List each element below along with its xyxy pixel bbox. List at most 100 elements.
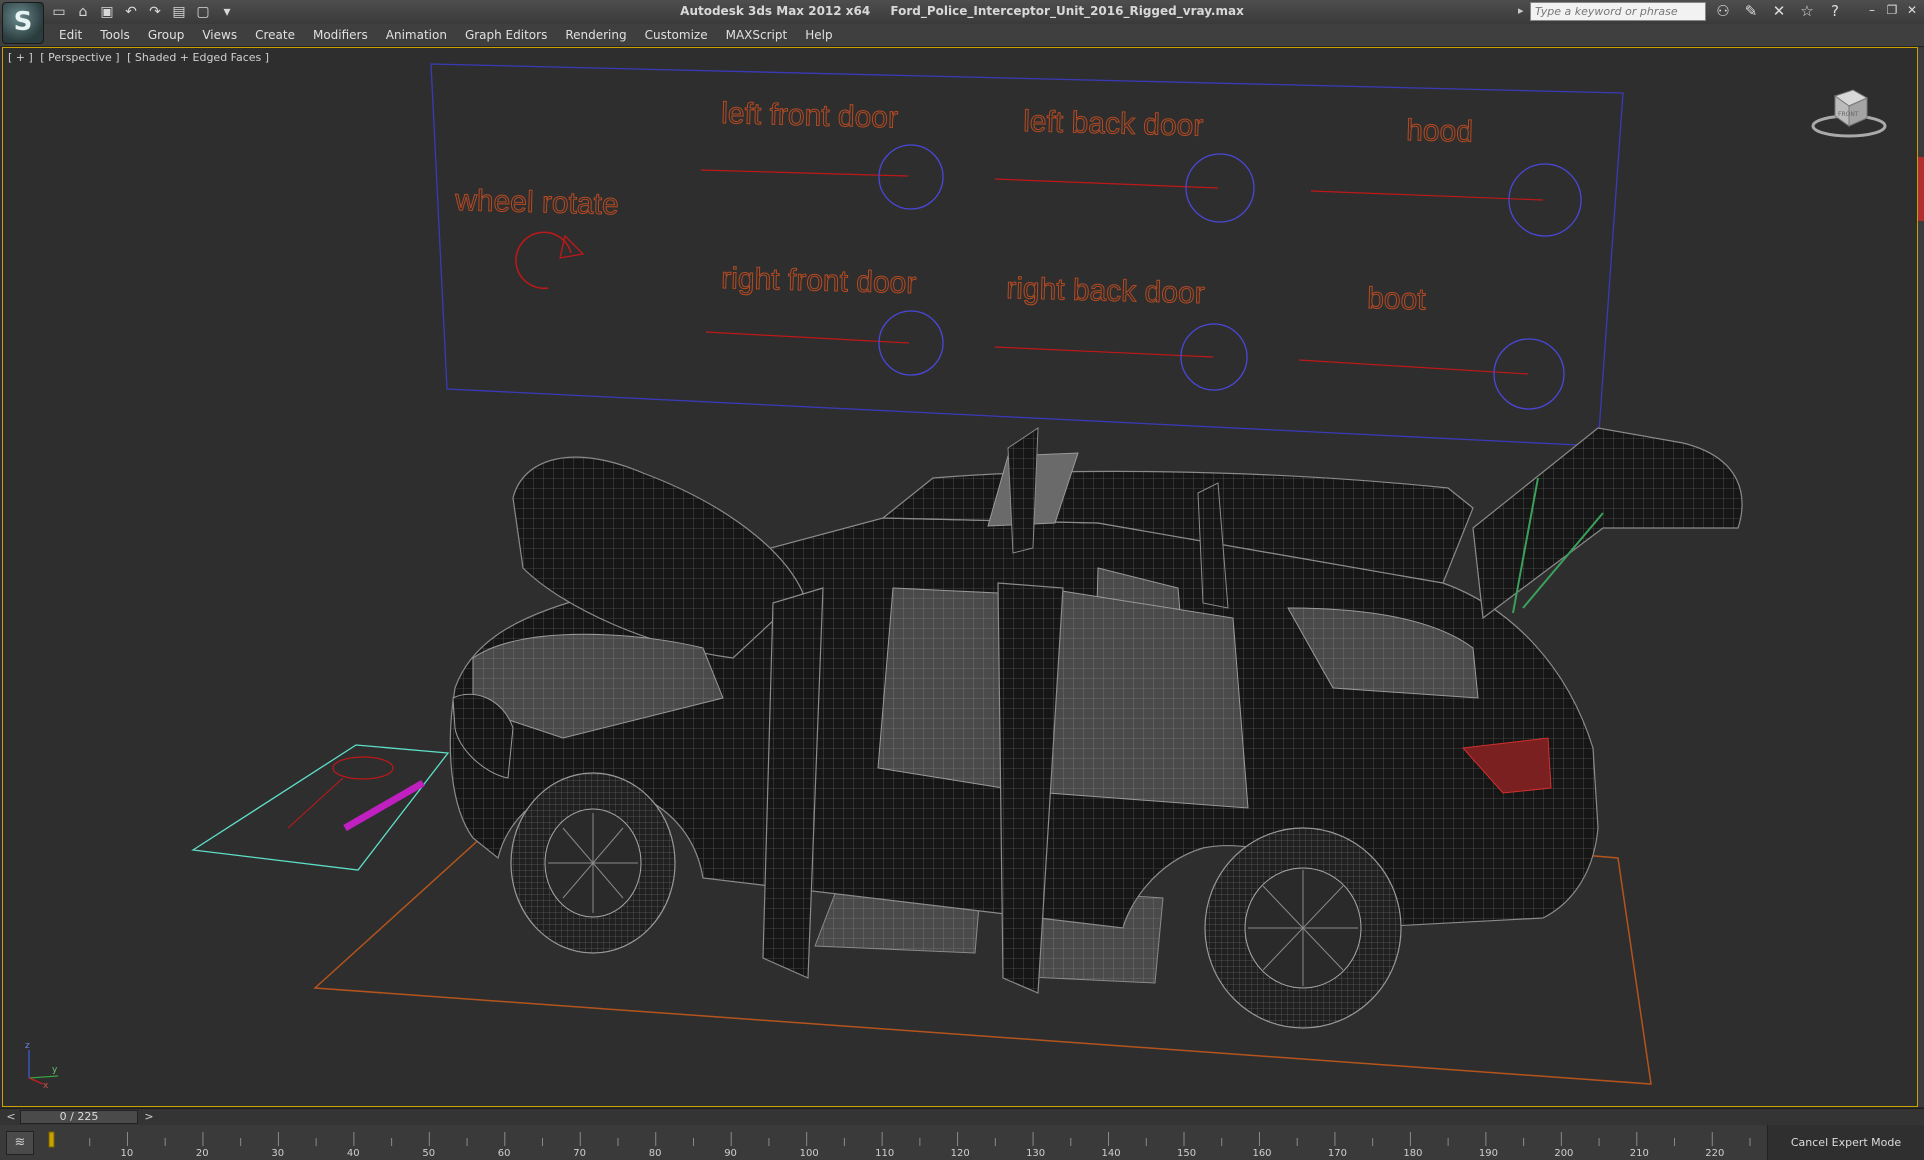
hood-line (1310, 190, 1544, 201)
hood-label: hood (1406, 114, 1474, 149)
app-title: Autodesk 3ds Max 2012 x64 (680, 4, 871, 18)
open-boot[interactable] (1472, 427, 1743, 620)
wrench-icon[interactable]: ✎ (1742, 2, 1760, 20)
timeline-tick-label: 170 (1328, 1148, 1347, 1158)
timeline-tick-label: 110 (875, 1148, 894, 1158)
boot-control[interactable] (1493, 338, 1565, 410)
timeline-tick-label: 80 (649, 1148, 662, 1158)
infocenter-toolbar: ⚇ ✎ ✕ ☆ ? (1714, 2, 1844, 20)
time-cursor[interactable] (48, 1131, 55, 1148)
timeline-tick-label: 150 (1177, 1148, 1196, 1158)
help-icon[interactable]: ? (1826, 2, 1844, 20)
restore-icon[interactable]: ❐ (1886, 3, 1898, 17)
timeline-tick-label: 50 (422, 1148, 435, 1158)
timeline-tick-label: 20 (196, 1148, 209, 1158)
menu-graph-editors[interactable]: Graph Editors (456, 28, 556, 42)
title-bar: S ▭ ⌂ ▣ ↶ ↷ ▤ ▢ ▾ Autodesk 3ds Max 2012 … (0, 0, 1924, 44)
helper-magenta-bar[interactable] (343, 779, 425, 832)
timeline-tick-label: 70 (573, 1148, 586, 1158)
right-panel-indicator (1918, 157, 1924, 221)
menu-views[interactable]: Views (193, 28, 246, 42)
menu-animation[interactable]: Animation (377, 28, 456, 42)
menu-rendering[interactable]: Rendering (556, 28, 635, 42)
left-back-door-control[interactable] (1185, 153, 1255, 223)
cancel-expert-mode-button[interactable]: Cancel Expert Mode (1767, 1125, 1924, 1160)
app-logo-button[interactable]: S (2, 2, 44, 44)
timeline-tick-label: 200 (1554, 1148, 1573, 1158)
window-controls: – ❐ ✕ (1866, 3, 1918, 17)
axis-x-line (28, 1077, 44, 1085)
timeline-tick-label: 30 (271, 1148, 284, 1158)
menu-customize[interactable]: Customize (636, 28, 717, 42)
view-cube[interactable]: FRONT (1809, 78, 1889, 140)
menu-maxscript[interactable]: MAXScript (717, 28, 797, 42)
menu-tools[interactable]: Tools (91, 28, 139, 42)
boot-label: boot (1367, 282, 1427, 317)
timeline-tick-label: 40 (347, 1148, 360, 1158)
left-back-door-line (994, 178, 1219, 189)
binoculars-icon[interactable]: ⚇ (1714, 2, 1732, 20)
tools-icon[interactable]: ✕ (1770, 2, 1788, 20)
star-icon[interactable]: ☆ (1798, 2, 1816, 20)
axis-y-label: y (52, 1065, 58, 1075)
timeline-tick-label: 120 (951, 1148, 970, 1158)
menu-list: Edit Tools Group Views Create Modifiers … (50, 28, 842, 42)
menu-modifiers[interactable]: Modifiers (304, 28, 377, 42)
front-left-door-open[interactable] (762, 587, 824, 979)
menu-group[interactable]: Group (139, 28, 194, 42)
axis-gizmo: z y x (25, 1041, 59, 1091)
axis-x-label: x (43, 1081, 49, 1091)
axis-z-label: z (25, 1041, 30, 1051)
timeline-tick-label: 220 (1705, 1148, 1724, 1158)
close-icon[interactable]: ✕ (1906, 3, 1918, 17)
search-input[interactable]: Type a keyword or phrase (1530, 2, 1706, 21)
time-prev-button[interactable]: < (2, 1109, 20, 1125)
menu-bar: Edit Tools Group Views Create Modifiers … (0, 24, 1924, 47)
right-front-door-control[interactable] (878, 310, 944, 376)
helper-plane[interactable] (191, 744, 450, 871)
front-right-door-open[interactable] (1007, 427, 1039, 554)
rear-interior-opening (1042, 587, 1249, 809)
view-cube-face-label: FRONT (1838, 111, 1859, 118)
menu-edit[interactable]: Edit (50, 28, 91, 42)
timeline-tick-label: 130 (1026, 1148, 1045, 1158)
file-name: Ford_Police_Interceptor_Unit_2016_Rigged… (890, 4, 1244, 18)
search-arrow-icon[interactable]: ▸ (1518, 4, 1524, 17)
helper-line (287, 777, 344, 829)
time-next-button[interactable]: > (140, 1109, 158, 1125)
timeline-tick-label: 90 (724, 1148, 737, 1158)
scene-canvas[interactable]: wheel rotate left front door left back d… (3, 48, 1917, 1106)
menu-create[interactable]: Create (246, 28, 304, 42)
right-back-door-line (994, 346, 1214, 358)
timeline-tick-label: 190 (1479, 1148, 1498, 1158)
track-bar: ≋ 10 20 30 40 50 60 70 80 90 100 110 120 130 140 150 16… (0, 1125, 1924, 1160)
right-front-door-label: right front door (721, 262, 917, 300)
timeline-tick-label: 210 (1630, 1148, 1649, 1158)
timeline-track[interactable]: 10 20 30 40 50 60 70 80 90 100 110 120 130 140 150 160 1… (42, 1128, 1760, 1158)
wheel-rotate-label: wheel rotate (454, 184, 619, 221)
perspective-viewport[interactable]: [ + ] [ Perspective ] [ Shaded + Edged F… (2, 47, 1918, 1107)
left-front-door-line (700, 169, 909, 177)
left-front-door-label: left front door (721, 97, 899, 135)
helper-circle[interactable] (332, 756, 394, 780)
timeline-tick-label: 180 (1403, 1148, 1422, 1158)
time-slider-bar: < 0 / 225 > (0, 1108, 1924, 1125)
timeline-tick-label: 160 (1252, 1148, 1271, 1158)
timeline-tick-label: 60 (498, 1148, 511, 1158)
right-back-door-control[interactable] (1180, 323, 1248, 391)
left-back-door-label: left back door (1023, 105, 1204, 143)
menu-help[interactable]: Help (796, 28, 841, 42)
mini-curve-editor-icon[interactable]: ≋ (6, 1131, 34, 1155)
right-panel-strip[interactable] (1918, 47, 1924, 1107)
timeline-tick-label: 100 (800, 1148, 819, 1158)
left-front-door-control[interactable] (878, 144, 944, 210)
car-wireframe[interactable] (449, 427, 1743, 1029)
axis-y-line (28, 1075, 59, 1079)
minimize-icon[interactable]: – (1866, 3, 1878, 17)
timeline-tick-label: 140 (1102, 1148, 1121, 1158)
rig-labels: wheel rotate left front door left back d… (453, 97, 1474, 318)
right-back-door-label: right back door (1006, 272, 1205, 310)
hood-control[interactable] (1508, 163, 1582, 237)
time-slider[interactable]: 0 / 225 (20, 1110, 138, 1124)
wheel-rotate-arrow[interactable] (515, 231, 572, 290)
